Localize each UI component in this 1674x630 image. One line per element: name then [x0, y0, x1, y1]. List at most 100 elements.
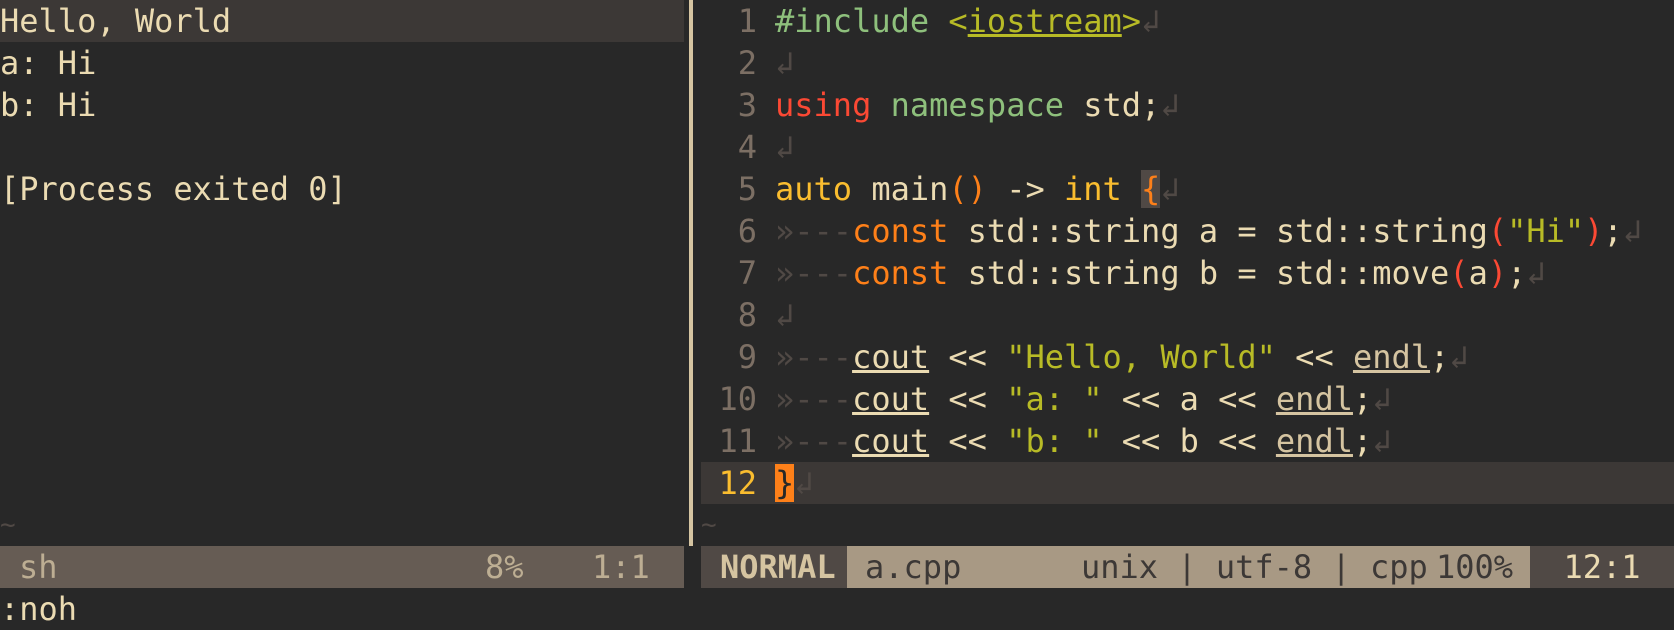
code-line[interactable]: 3 using namespace std;↲	[701, 84, 1674, 126]
cursor-position: 12:1	[1530, 546, 1674, 588]
command-line[interactable]: :noh	[0, 588, 77, 630]
tab-glyph: »---	[775, 212, 853, 250]
line-number: 12	[718, 464, 757, 502]
code-token: )	[1487, 254, 1508, 292]
code-token: main	[852, 170, 949, 208]
code-token: "a: "	[1006, 380, 1103, 418]
code-line[interactable]: 6 »---const std::string a = std::string("…	[701, 210, 1674, 252]
file-info-segment: a.cpp unix | utf-8 | cpp 100%	[847, 546, 1530, 588]
newline-glyph: ↲	[1372, 422, 1392, 460]
code-line[interactable]: 4 ↲	[701, 126, 1674, 168]
newline-glyph: ↲	[1526, 254, 1546, 292]
newline-glyph: ↲	[1622, 212, 1642, 250]
code-token: "Hi"	[1507, 212, 1585, 250]
line-number: 11	[718, 422, 757, 460]
statusline-gap	[684, 546, 701, 588]
code-line[interactable]: 1 #include <iostream>↲	[701, 0, 1674, 42]
line-number: 2	[737, 44, 757, 82]
line-number: 10	[718, 380, 757, 418]
code-token: endl	[1275, 380, 1353, 418]
code-token: "b: "	[1006, 422, 1103, 460]
terminal-statusline[interactable]: sh 8% 1:1	[0, 546, 684, 588]
editor-empty-line-marker: ~	[701, 510, 717, 540]
code-token: const	[852, 212, 949, 250]
newline-glyph: ↲	[1372, 380, 1392, 418]
code-token: ;	[1507, 254, 1527, 292]
code-token: a	[1468, 254, 1488, 292]
code-token: ;	[1603, 212, 1623, 250]
code-token: std::string b = std::move	[948, 254, 1450, 292]
terminal-pane[interactable]: Hello, World a: Hi b: Hi [Process exited…	[0, 0, 684, 546]
code-token: iostream	[967, 2, 1122, 40]
code-token: >	[1121, 2, 1142, 40]
terminal-line: Hello, World	[0, 0, 684, 42]
code-token: endl	[1275, 422, 1353, 460]
file-format-encoding-type: unix | utf-8 | cpp	[1081, 548, 1428, 586]
code-token: )	[1584, 212, 1604, 250]
code-token: namespace	[890, 86, 1064, 124]
line-number: 9	[737, 338, 757, 376]
code-token: #include	[775, 2, 930, 40]
code-token: cout	[852, 422, 930, 460]
newline-glyph: ↲	[1160, 86, 1180, 124]
newline-glyph: ↲	[1160, 170, 1180, 208]
window-split-divider[interactable]	[689, 0, 693, 546]
code-token: cout	[852, 380, 930, 418]
tab-glyph: »---	[775, 380, 853, 418]
editor-statusline[interactable]: NORMAL a.cpp unix | utf-8 | cpp 100% 12:…	[701, 546, 1674, 588]
tab-glyph: »---	[775, 422, 853, 460]
code-token: std;	[1063, 86, 1161, 124]
code-token: std::string a = std::string	[948, 212, 1488, 250]
editor-pane[interactable]: 1 #include <iostream>↲ 2 ↲ 3 using namespac…	[701, 0, 1674, 546]
tab-glyph: »---	[775, 338, 853, 376]
terminal-scroll-percent: 8%	[485, 548, 524, 586]
code-token: << b <<	[1102, 422, 1276, 460]
code-token: const	[852, 254, 949, 292]
code-token: "Hello, World"	[1006, 338, 1276, 376]
line-number: 6	[737, 212, 757, 250]
code-line[interactable]: 9 »---cout << "Hello, World" << endl;↲	[701, 336, 1674, 378]
code-token: <<	[929, 380, 1007, 418]
line-number: 3	[737, 86, 757, 124]
code-line[interactable]: 7 »---const std::string b = std::move(a);…	[701, 252, 1674, 294]
code-line[interactable]: 8 ↲	[701, 294, 1674, 336]
newline-glyph: ↲	[775, 44, 795, 82]
code-token: <	[948, 2, 968, 40]
terminal-line: b: Hi	[0, 86, 97, 124]
code-line[interactable]: 11 »---cout << "b: " << b << endl;↲	[701, 420, 1674, 462]
code-token: <<	[929, 422, 1007, 460]
code-token: ;	[1352, 422, 1373, 460]
mode-indicator: NORMAL	[701, 546, 855, 588]
line-number: 1	[737, 2, 757, 40]
code-token: ;	[1430, 338, 1450, 376]
line-number: 7	[737, 254, 757, 292]
code-token: cout	[852, 338, 930, 376]
code-token: ;	[1352, 380, 1373, 418]
filename: a.cpp	[865, 548, 962, 586]
code-token: using	[775, 86, 872, 124]
code-token: (	[1449, 254, 1469, 292]
terminal-empty-line-marker: ~	[0, 510, 16, 540]
code-line[interactable]: 10 »---cout << "a: " << a << endl;↲	[701, 378, 1674, 420]
code-token: int	[1063, 170, 1122, 208]
code-token: <<	[929, 338, 1007, 376]
terminal-line: a: Hi	[0, 44, 97, 82]
terminal-name: sh	[19, 548, 58, 586]
code-token: <<	[1275, 338, 1353, 376]
line-number: 8	[737, 296, 757, 334]
newline-glyph: ↲	[794, 464, 814, 502]
code-token: (	[1487, 212, 1508, 250]
newline-glyph: ↲	[775, 128, 795, 166]
code-token: auto	[775, 170, 853, 208]
newline-glyph: ↲	[1449, 338, 1469, 376]
matching-bracket: {	[1141, 170, 1161, 208]
code-line[interactable]: 5 auto main() -> int {↲	[701, 168, 1674, 210]
code-token: endl	[1352, 338, 1431, 376]
line-number: 5	[737, 170, 757, 208]
code-line[interactable]: 2 ↲	[701, 42, 1674, 84]
code-line-current[interactable]: 12}↲	[701, 462, 1674, 504]
code-token: ->	[986, 170, 1064, 208]
text-cursor: }	[775, 464, 795, 502]
scroll-percent: 100%	[1436, 548, 1514, 586]
